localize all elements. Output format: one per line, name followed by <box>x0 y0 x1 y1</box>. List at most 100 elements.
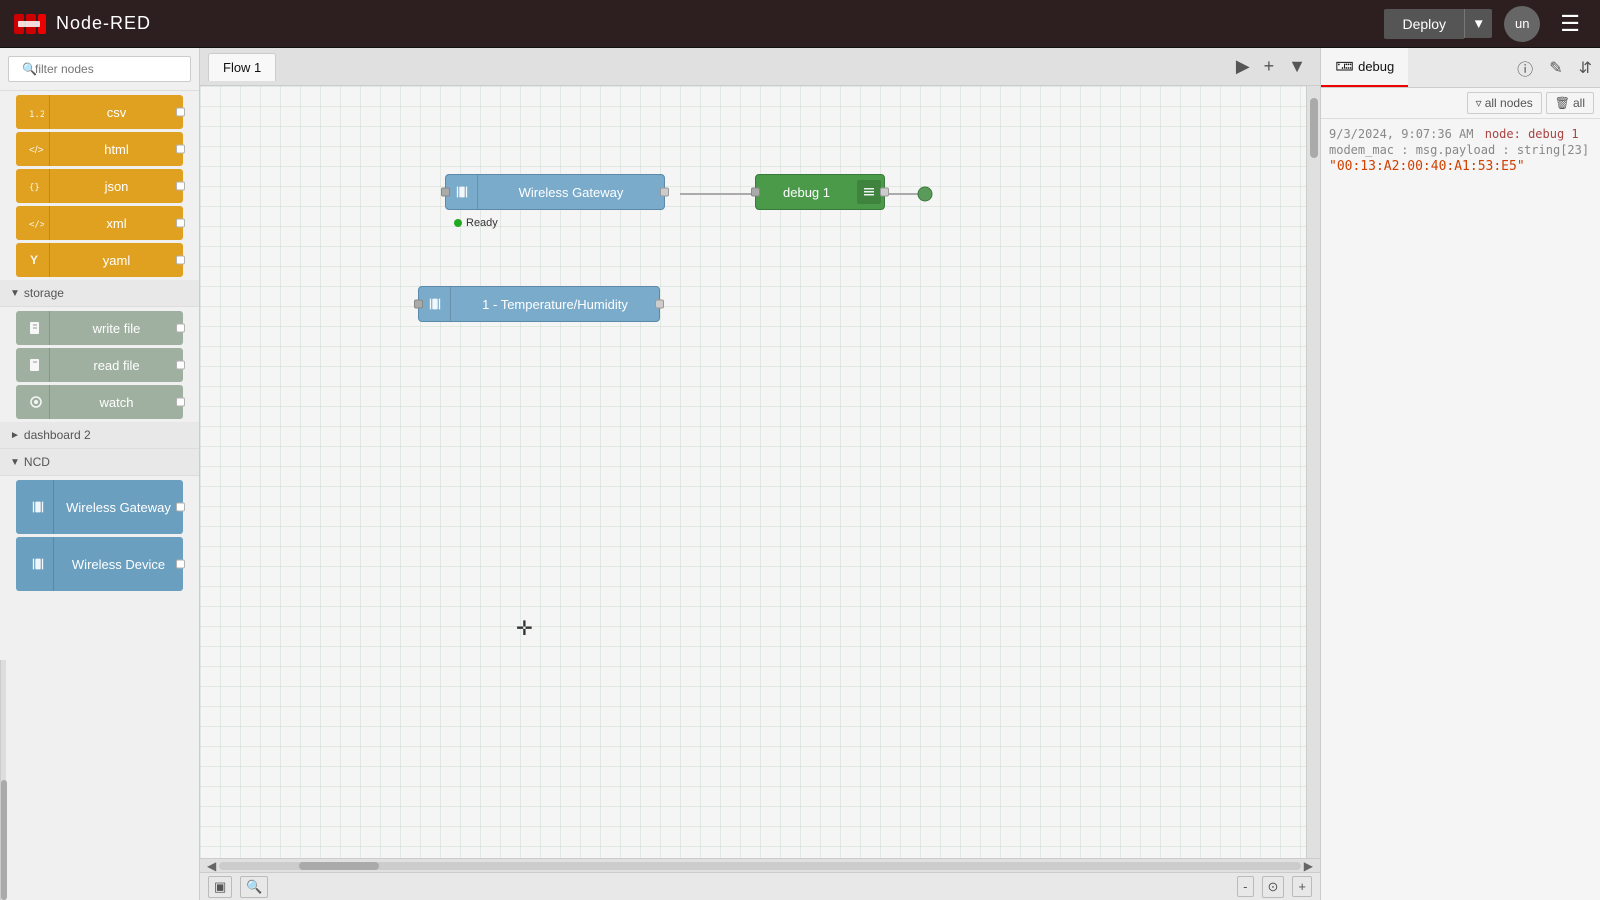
storage-section-label: storage <box>24 286 64 300</box>
zoom-search-btn[interactable]: 🔍 <box>240 876 268 898</box>
zoom-overview-btn[interactable]: ▣ <box>208 876 232 898</box>
sidebar-item-wireless-device[interactable]: Wireless Device <box>16 537 183 591</box>
svg-text:1.2: 1.2 <box>29 110 44 120</box>
wireless-device-sidebar-port <box>176 560 185 569</box>
yaml-label: yaml <box>50 253 183 268</box>
ncd-section-header[interactable]: ▼ NCD <box>0 449 199 476</box>
tab-more-button[interactable]: ▼ <box>1282 52 1312 81</box>
debug1-port-right <box>880 188 889 197</box>
menu-button[interactable]: ☰ <box>1552 7 1588 41</box>
app-title: Node-RED <box>56 13 151 34</box>
tab-add-button[interactable]: + <box>1258 52 1281 81</box>
sidebar-item-xml[interactable]: </> xml <box>16 206 183 240</box>
debug-filter-btn[interactable]: ▿ all nodes <box>1467 92 1542 114</box>
sidebar: 🔍 1.2 csv </> <box>0 48 200 900</box>
debug-edit-btn[interactable]: ✎ <box>1541 48 1570 87</box>
sidebar-search-area: 🔍 <box>0 48 199 91</box>
canvas-hscroll[interactable]: ◀ ▶ <box>200 858 1320 872</box>
sidebar-item-html[interactable]: </> html <box>16 132 183 166</box>
sidebar-item-write-file[interactable]: write file <box>16 311 183 345</box>
topbar: Node-RED Deploy ▼ un ☰ <box>0 0 1600 48</box>
canvas-vscroll-thumb[interactable] <box>1310 98 1318 158</box>
wireless-device-sidebar-label: Wireless Device <box>54 557 183 572</box>
watch-label: watch <box>50 395 183 410</box>
debug-panel-icon: 🁅 <box>1335 58 1354 75</box>
sidebar-item-yaml[interactable]: Y yaml <box>16 243 183 277</box>
debug-timestamp: 9/3/2024, 9:07:36 AM <box>1329 127 1474 141</box>
sidebar-vscroll[interactable] <box>0 660 6 900</box>
debug-panel: 🁅 debug ⓘ ✎ ⇵ ▿ all nodes 🗑 all 9/3/2024… <box>1320 48 1600 900</box>
svg-text:{}: {} <box>29 183 40 193</box>
canvas-vscroll[interactable] <box>1306 86 1320 858</box>
trash-icon: 🗑 <box>1555 96 1570 110</box>
debug-meta: 9/3/2024, 9:07:36 AM node: debug 1 <box>1329 127 1592 141</box>
debug1-list-btn[interactable] <box>857 180 881 204</box>
sidebar-item-watch[interactable]: watch <box>16 385 183 419</box>
storage-section-header[interactable]: ▼ storage <box>0 280 199 307</box>
scroll-track <box>219 862 1301 870</box>
canvas-svg <box>200 86 1306 858</box>
dashboard2-section-label: dashboard 2 <box>24 428 91 442</box>
scroll-thumb[interactable] <box>299 862 379 870</box>
gateway-node-label: Wireless Gateway <box>478 185 664 200</box>
sidebar-item-json[interactable]: {} json <box>16 169 183 203</box>
canvas-area: Flow 1 ▶ + ▼ <box>200 48 1320 900</box>
sidebar-item-wireless-gateway[interactable]: Wireless Gateway <box>16 480 183 534</box>
debug-sort-btn[interactable]: ⇵ <box>1571 48 1600 87</box>
watch-icon <box>22 385 50 419</box>
zoom-out-btn[interactable]: - <box>1237 876 1253 897</box>
debug-info-btn[interactable]: ⓘ <box>1509 48 1541 87</box>
deploy-button[interactable]: Deploy <box>1384 9 1464 39</box>
scroll-right-btn[interactable]: ▶ <box>1301 859 1316 873</box>
ncd-section-label: NCD <box>24 455 50 469</box>
logo: Node-RED <box>12 10 151 38</box>
deploy-dropdown-button[interactable]: ▼ <box>1464 9 1492 38</box>
canvas-tabs: Flow 1 ▶ + ▼ <box>200 48 1320 86</box>
temp-port-left <box>414 300 423 309</box>
canvas-grid-wrap: Wireless Gateway Ready debug 1 <box>200 86 1320 858</box>
logo-icon <box>12 10 48 38</box>
xml-port-right <box>176 219 185 228</box>
canvas-wireless-gateway-node[interactable]: Wireless Gateway Ready <box>445 174 665 210</box>
wireless-gateway-sidebar-icon <box>22 480 54 534</box>
svg-text:Y: Y <box>30 253 38 267</box>
gateway-port-right <box>660 188 669 197</box>
tab-run-button[interactable]: ▶ <box>1230 52 1256 81</box>
sidebar-item-read-file[interactable]: read file <box>16 348 183 382</box>
debug-panel-tabs: 🁅 debug ⓘ ✎ ⇵ <box>1321 48 1600 88</box>
canvas-grid[interactable]: Wireless Gateway Ready debug 1 <box>200 86 1306 858</box>
watch-port-right <box>176 398 185 407</box>
debug-entry: 9/3/2024, 9:07:36 AM node: debug 1 modem… <box>1329 127 1592 174</box>
zoom-in-btn[interactable]: + <box>1292 876 1312 897</box>
temp-node-label: 1 - Temperature/Humidity <box>451 297 659 312</box>
canvas-footer: ▣ 🔍 - ⊙ + <box>200 872 1320 900</box>
scroll-left-btn[interactable]: ◀ <box>204 859 219 873</box>
sidebar-item-csv[interactable]: 1.2 csv <box>16 95 183 129</box>
debug1-node-label: debug 1 <box>756 185 857 200</box>
wireless-gateway-sidebar-label: Wireless Gateway <box>54 500 183 515</box>
filter-icon: ▿ <box>1476 96 1482 110</box>
canvas-temp-humidity-node[interactable]: 1 - Temperature/Humidity <box>418 286 660 322</box>
temp-port-right <box>655 300 664 309</box>
tab-debug[interactable]: 🁅 debug <box>1321 48 1408 87</box>
sidebar-vscroll-thumb[interactable] <box>1 780 7 900</box>
ncd-collapse-icon: ▼ <box>10 457 20 468</box>
user-button[interactable]: un <box>1504 6 1540 42</box>
zoom-reset-btn[interactable]: ⊙ <box>1262 876 1285 898</box>
search-input[interactable] <box>8 56 191 82</box>
gateway-status-dot <box>454 219 462 227</box>
debug-filter-label: all nodes <box>1485 96 1533 110</box>
canvas-debug1-node[interactable]: debug 1 <box>755 174 885 210</box>
tab-flow1[interactable]: Flow 1 <box>208 53 276 81</box>
debug-key: modem_mac : msg.payload : string[23] <box>1329 143 1592 157</box>
csv-port-right <box>176 108 185 117</box>
json-port-right <box>176 182 185 191</box>
html-label: html <box>50 142 183 157</box>
dashboard2-section-header[interactable]: ► dashboard 2 <box>0 422 199 449</box>
write-file-label: write file <box>50 321 183 336</box>
debug-panel-tools: ▿ all nodes 🗑 all <box>1321 88 1600 119</box>
debug-clear-btn[interactable]: 🗑 all <box>1546 92 1594 114</box>
debug-tab-label: debug <box>1358 59 1394 74</box>
debug-value: "00:13:A2:00:40:A1:53:E5" <box>1329 159 1592 174</box>
storage-collapse-icon: ▼ <box>10 288 20 299</box>
